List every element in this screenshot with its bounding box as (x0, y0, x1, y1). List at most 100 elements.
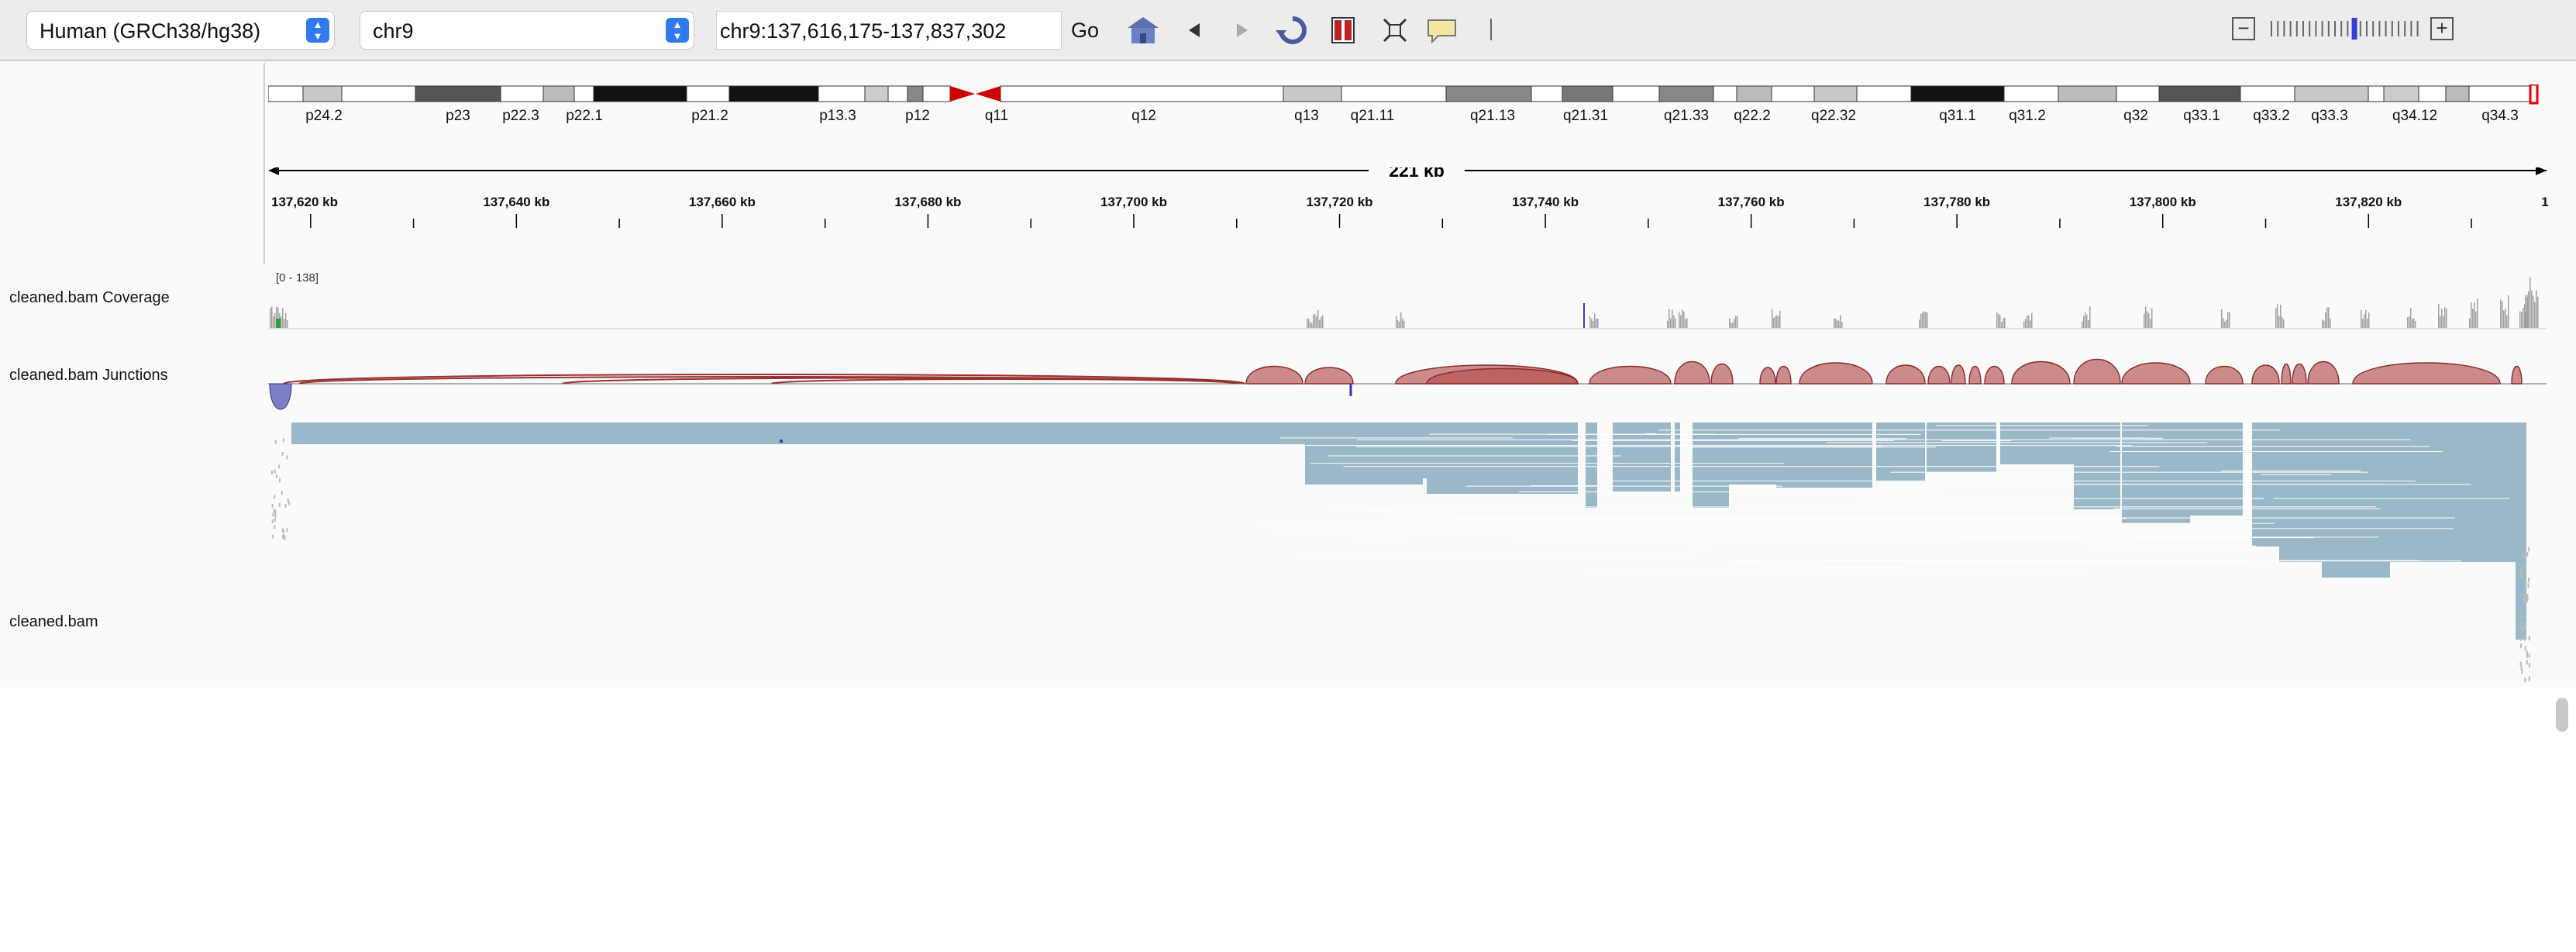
current-region-marker (2529, 85, 2539, 105)
popup-text-icon[interactable] (1426, 14, 1458, 47)
coverage-bar (1319, 319, 1321, 328)
chromosome-ideogram[interactable]: p24.2 p23 p22.3 p22.1 p21.2 p13.3 p12 q11 q12 q13… (268, 85, 2554, 128)
zoom-tick (2283, 21, 2285, 36)
read-stack (2322, 423, 2390, 578)
ruler[interactable]: 221 kb 137,620 kb 137,640 kb 137,660 kb 137,… (268, 167, 2554, 245)
ruler-tick-label: 137,620 kb (271, 195, 338, 209)
chromosome-dropdown[interactable]: chr9 ▲ ▼ (360, 11, 694, 50)
refresh-icon[interactable] (1274, 14, 1311, 47)
coverage-bar (1307, 318, 1308, 328)
coverage-bar (1400, 312, 1402, 328)
region-of-interest-icon[interactable] (1330, 14, 1356, 47)
read-stack (274, 469, 276, 474)
vertical-scrollbar[interactable] (2554, 695, 2570, 952)
resize-to-window-icon[interactable] (1381, 14, 1409, 47)
coverage-bar (2472, 309, 2474, 328)
genome-dropdown[interactable]: Human (GRCh38/hg38) ▲ ▼ (26, 11, 335, 50)
scrollbar-thumb[interactable] (2556, 698, 2568, 732)
coverage-bar (1310, 322, 1311, 328)
band-label: p12 (905, 108, 930, 124)
ruler-tick-label: 137,700 kb (1100, 195, 1167, 209)
band-label: q12 (1131, 108, 1156, 124)
junctions-track-name[interactable]: cleaned.bam Junctions (9, 367, 168, 385)
ruler-tick-label: 137,800 kb (2130, 195, 2196, 209)
chromosome-band (1562, 85, 1613, 102)
coverage-bar (2407, 317, 2409, 328)
chromosome-band (573, 85, 594, 102)
coverage-bar (2537, 296, 2539, 328)
coverage-bar (1837, 320, 1838, 328)
coverage-bar (2001, 322, 2003, 328)
ruler-tick-label: 137,780 kb (1923, 195, 1990, 209)
coverage-bar (287, 319, 288, 328)
read-stack (2524, 646, 2526, 651)
junction-arc (2511, 366, 2523, 385)
read-stack (271, 519, 274, 523)
read-stack (2519, 661, 2522, 667)
home-icon[interactable] (1125, 14, 1161, 47)
chromosome-band (728, 85, 819, 102)
coverage-bar (1317, 309, 1319, 328)
coverage-bar (1679, 312, 1680, 328)
coverage-bar (2533, 297, 2534, 328)
zoom-tick (2378, 21, 2381, 36)
zoom-tick (2366, 21, 2368, 36)
coverage-bar (2003, 318, 2004, 328)
read-stack (2519, 622, 2522, 627)
alignments-track-name[interactable]: cleaned.bam (9, 613, 98, 631)
junction-arc (2121, 362, 2191, 385)
read-stack (2521, 668, 2523, 674)
back-icon[interactable] (1184, 14, 1204, 47)
chromosome-band (1531, 85, 1563, 102)
coverage-bar (2085, 312, 2086, 328)
coverage-bar (1773, 317, 1775, 328)
read-stack (1729, 423, 1776, 485)
zoom-tick (2347, 21, 2349, 36)
go-button[interactable]: Go (1071, 19, 1099, 43)
coverage-track-name[interactable]: cleaned.bam Coverage (9, 289, 170, 307)
coverage-bar (2330, 318, 2331, 328)
ruler-tick-label: 137,640 kb (483, 195, 549, 209)
coverage-bar (1734, 319, 1735, 328)
coverage-bar (273, 316, 274, 328)
coverage-bar (1675, 318, 1676, 328)
band-label: q21.13 (1470, 108, 1515, 124)
read-stack (1675, 423, 1680, 492)
coverage-track[interactable]: [0 - 138] (268, 264, 2554, 329)
junction-arc (1775, 366, 1792, 385)
junction-arc-minus (269, 383, 292, 410)
forward-icon[interactable] (1232, 14, 1252, 47)
read-stack (274, 495, 276, 499)
zoom-tick (2359, 21, 2361, 36)
zoom-tick (2398, 21, 2399, 36)
alignment-track[interactable] (268, 423, 2554, 688)
junction-track[interactable] (268, 329, 2554, 423)
coverage-bar (285, 312, 287, 328)
coverage-bar (2446, 309, 2447, 328)
locus-input[interactable]: chr9:137,616,175-137,837,302 (716, 11, 1062, 50)
coverage-bar (1731, 322, 1732, 328)
coverage-bar (281, 321, 282, 328)
junction-arc (1968, 366, 1982, 385)
coverage-bar (2534, 302, 2536, 328)
read-stack (274, 509, 277, 514)
coverage-bar (2503, 310, 2505, 328)
junction-arc (1984, 365, 2005, 385)
coverage-bar (2030, 320, 2031, 328)
read-stack (2074, 423, 2120, 509)
read-stack (1586, 423, 1597, 508)
zoom-out-button[interactable]: − (2232, 17, 2255, 40)
zoom-in-button[interactable]: + (2430, 17, 2454, 40)
coverage-bar (2368, 312, 2370, 328)
coverage-bar (2283, 319, 2285, 328)
chromosome-band (341, 85, 416, 102)
coverage-bar (2475, 311, 2477, 328)
coverage-bar (1322, 315, 1324, 328)
read-stack (282, 529, 284, 533)
read-stack (2523, 598, 2526, 603)
coverage-bar (2326, 307, 2328, 328)
chromosome-band (1445, 85, 1532, 102)
junction-arc (2292, 363, 2307, 385)
zoom-slider[interactable] (2268, 17, 2423, 40)
toolbar: Human (GRCh38/hg38) ▲ ▼ chr9 ▲ ▼ chr9:137,… (0, 0, 2576, 61)
